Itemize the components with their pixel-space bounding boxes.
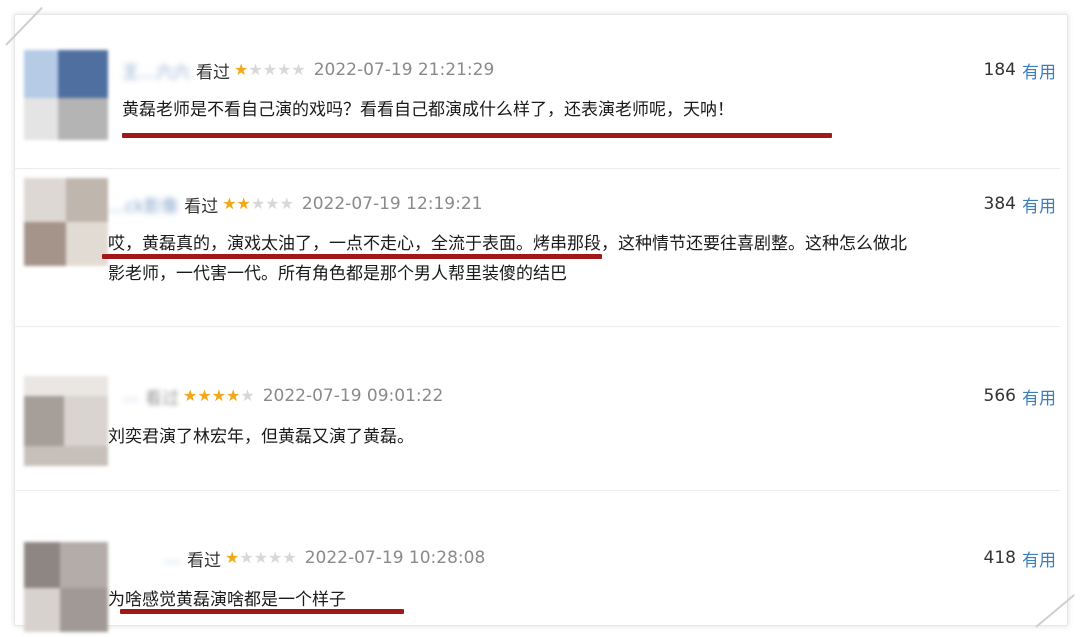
star-icon: ★ [211,386,227,405]
vote-count: 384 [983,194,1016,214]
star-icon: ★ [262,60,278,79]
comment-divider [14,326,1060,327]
avatar[interactable] [24,376,108,466]
comment-date: 2022-07-19 21:21:29 [313,60,495,80]
comment-line: 刘奕君演了林宏年，但黄磊又演了黄磊。 [108,427,414,447]
comment-item: … 看过 ★ ★ ★ ★ ★ 2022-07-19 09:01:22 566 有用 刘奕… [14,328,1066,490]
useful-button[interactable]: 有用 [1022,58,1056,83]
comment-line: 影老师，一代害一代。所有角色都是那个男人帮里装傻的结巴 [108,264,567,284]
highlight-underline [122,133,832,138]
vote-count: 418 [983,548,1016,568]
comment-text: 刘奕君演了林宏年，但黄磊又演了黄磊。 [108,422,414,452]
comment-divider [14,168,1060,169]
highlight-underline [120,609,404,614]
avatar[interactable] [24,178,108,266]
comment-date: 2022-07-19 09:01:22 [262,386,444,406]
comment-divider [14,490,1060,491]
rating-stars: ★ ★ ★ ★ ★ [225,550,297,566]
star-icon: ★ [248,60,263,79]
vote-count: 184 [983,60,1016,80]
rating-stars: ★ ★ ★ ★ ★ [222,196,294,212]
star-icon: ★ [282,548,297,567]
username-link[interactable]: 王…六六 [122,58,190,83]
comment-item: …ck影像 看过 ★ ★ ★ ★ ★ 2022-07-19 12:19:21 384 有… [14,170,1066,326]
star-icon: ★ [279,194,294,213]
useful-button[interactable]: 有用 [1022,384,1056,409]
username-link[interactable]: …ck影像 [108,192,178,217]
highlight-underline [102,254,602,259]
watch-status: 看过 [184,196,219,217]
star-icon: ★ [268,548,283,567]
star-icon: ★ [265,194,280,213]
star-icon: ★ [234,60,249,79]
star-icon: ★ [253,548,269,567]
star-icon: ★ [291,60,306,79]
star-icon: ★ [222,194,237,213]
star-icon: ★ [250,194,266,213]
star-icon: ★ [240,386,255,405]
star-icon: ★ [277,60,292,79]
useful-button[interactable]: 有用 [1022,192,1056,217]
comment-date: 2022-07-19 10:28:08 [304,548,486,568]
watch-status: 看过 [196,62,230,83]
star-icon: ★ [197,386,212,405]
comment-date: 2022-07-19 12:19:21 [301,194,483,214]
vote-count: 566 [983,386,1016,406]
comment-item: 王…六六 看过 ★ ★ ★ ★ ★ 2022-07-19 21:21:29 184 有用… [14,0,1066,170]
comment-text: 黄磊老师是不看自己演的戏吗？看看自己都演成什么样了，还表演老师呢，天呐！ [122,95,734,125]
rating-stars: ★ ★ ★ ★ ★ [234,62,306,78]
watch-status: 看过 [187,550,221,571]
avatar[interactable] [24,50,108,140]
watch-status: 看过 [145,388,179,409]
username-link[interactable]: … [122,386,139,406]
star-icon: ★ [225,548,240,567]
star-icon: ★ [183,386,198,405]
star-icon: ★ [236,194,251,213]
comment-line: 黄磊老师是不看自己演的戏吗？看看自己都演成什么样了，还表演老师呢，天呐！ [122,100,734,120]
comment-text: 哎，黄磊真的，演戏太油了，一点不走心，全流于表面。烤串那段，这种情节还要往喜剧整… [108,229,907,289]
rating-stars: ★ ★ ★ ★ ★ [183,388,255,404]
username-link[interactable]: … [164,548,181,568]
star-icon: ★ [226,386,241,405]
avatar[interactable] [24,542,108,632]
comment-item: … 看过 ★ ★ ★ ★ ★ 2022-07-19 10:28:08 418 有用 为啥… [14,492,1066,632]
useful-button[interactable]: 有用 [1022,546,1056,571]
star-icon: ★ [239,548,254,567]
